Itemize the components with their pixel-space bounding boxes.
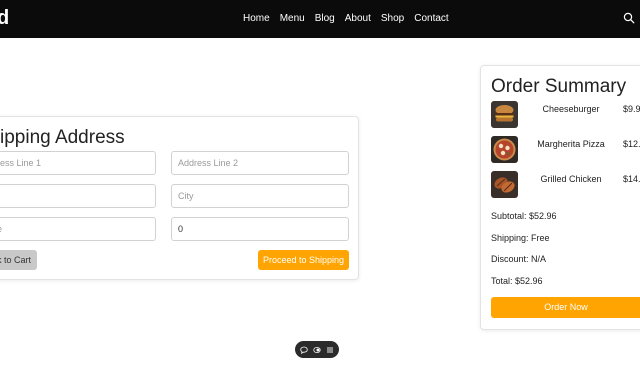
menu-icon[interactable] [326,346,334,354]
order-item-price: $9.9 [623,104,640,114]
shipping-address-title: ipping Address [0,127,125,148]
nav-item-contact[interactable]: Contact [414,12,448,26]
top-navbar: d Home Menu Blog About Shop Contact [0,0,640,38]
shipping-cost-text: Shipping: Free [491,233,550,243]
floating-toolbar [295,341,339,358]
brand-logo[interactable]: d [0,6,9,30]
nav-item-home[interactable]: Home [243,12,270,26]
order-item-name: Grilled Chicken [540,174,602,184]
grilled-chicken-thumbnail [491,171,518,198]
nav-item-blog[interactable]: Blog [315,12,335,26]
order-item-price: $12.9 [623,139,640,149]
back-to-cart-button[interactable]: k to Cart [0,250,37,270]
nav-item-menu[interactable]: Menu [280,12,305,26]
chat-icon[interactable] [300,346,308,354]
cheeseburger-thumbnail [491,101,518,128]
city-input[interactable] [171,184,349,208]
order-item-name: Cheeseburger [542,104,600,114]
discount-text: Discount: N/A [491,254,547,264]
nav-item-shop[interactable]: Shop [381,12,404,26]
total-text: Total: $52.96 [491,276,543,286]
order-summary-title: Order Summary [491,76,627,97]
proceed-to-shipping-button[interactable]: Proceed to Shipping [258,250,349,270]
order-item-price: $14.9 [623,174,640,184]
search-icon[interactable] [623,12,635,24]
margherita-pizza-thumbnail [491,136,518,163]
zip-code-input[interactable] [171,217,349,241]
order-item-name: Margherita Pizza [537,139,605,149]
first-name-input[interactable] [0,184,156,208]
state-input[interactable] [0,217,156,241]
theme-toggle-icon[interactable] [313,346,321,354]
nav-item-about[interactable]: About [345,12,371,26]
order-now-button[interactable]: Order Now [491,297,640,318]
address-line-1-input[interactable] [0,151,156,175]
subtotal-text: Subtotal: $52.96 [491,211,557,221]
main-nav: Home Menu Blog About Shop Contact [243,12,449,26]
address-line-2-input[interactable] [171,151,349,175]
